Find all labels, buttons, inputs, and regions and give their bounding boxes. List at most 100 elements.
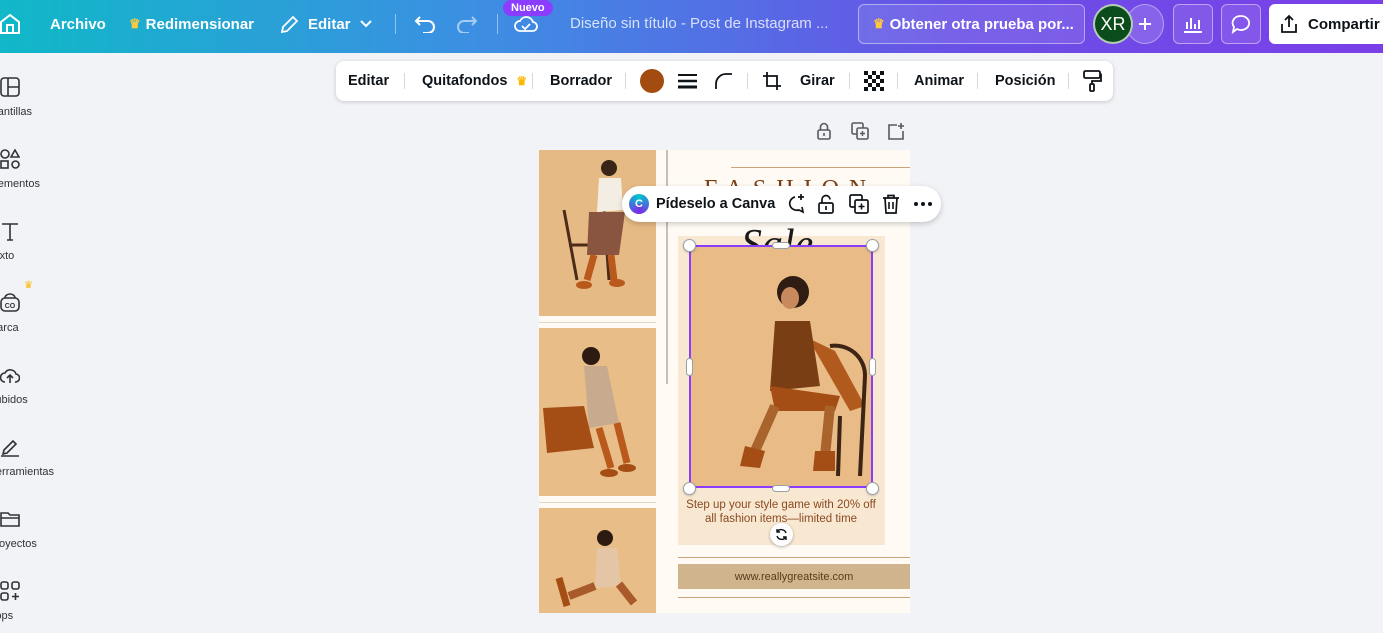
animar-button[interactable]: Animar [914, 61, 964, 101]
left-sidebar: Plantillas Elementos Texto ♛ CO Marca Su… [0, 53, 56, 633]
svg-text:CO: CO [5, 303, 16, 310]
divider-line [539, 322, 656, 323]
divider [1068, 73, 1069, 89]
divider [404, 73, 405, 89]
photo-model-chair[interactable] [539, 150, 656, 316]
color-swatch [640, 69, 664, 93]
editar-menu[interactable]: Editar [280, 0, 372, 48]
floating-element-toolbar: C Pídeselo a Canva [622, 186, 941, 222]
copy-style-icon[interactable] [1082, 61, 1102, 101]
corner-rounding-icon[interactable] [714, 61, 734, 101]
sidebar-item-label: Plantillas [0, 106, 33, 118]
crown-icon: ♛ [516, 74, 528, 88]
folder-icon [0, 512, 20, 527]
add-comment-icon[interactable] [785, 194, 805, 214]
more-options-icon[interactable] [913, 194, 933, 214]
divider [747, 73, 748, 89]
model-illustration [539, 150, 656, 316]
chevron-down-icon [359, 20, 372, 28]
posicion-button[interactable]: Posición [995, 61, 1055, 101]
resize-handle-bottom-left[interactable] [683, 482, 696, 495]
model-illustration [539, 328, 656, 496]
photo-model-sitting[interactable] [539, 328, 656, 496]
analytics-button[interactable] [1173, 4, 1213, 44]
lock-icon[interactable] [816, 194, 836, 214]
resize-handle-top-right[interactable] [866, 239, 879, 252]
sidebar-item-label: Marca [0, 322, 19, 334]
divider [977, 73, 978, 89]
editar-image-button[interactable]: Editar [348, 61, 389, 101]
crop-icon[interactable] [762, 61, 782, 101]
avatar[interactable]: XR [1093, 4, 1133, 44]
undo-icon[interactable] [414, 0, 436, 48]
redo-icon[interactable] [456, 0, 478, 48]
trash-icon[interactable] [881, 194, 901, 214]
sidebar-item-elementos[interactable]: Elementos [0, 149, 54, 209]
resize-handle-bottom-right[interactable] [866, 482, 879, 495]
redimensionar-button[interactable]: ♛ Redimensionar [129, 0, 254, 48]
transparency-icon[interactable] [864, 61, 884, 101]
bar-chart-icon [1184, 18, 1202, 33]
borrador-button[interactable]: Borrador [550, 61, 612, 101]
pencil-icon [280, 15, 299, 34]
brand-icon: CO [0, 293, 20, 312]
divider [897, 73, 898, 89]
duplicate-icon[interactable] [849, 194, 869, 214]
promo-text[interactable]: Step up your style game with 20% off all… [686, 498, 876, 526]
selection-frame[interactable] [689, 245, 873, 488]
comment-icon [1231, 15, 1250, 34]
sidebar-item-marca[interactable]: CO Marca [0, 293, 54, 353]
document-title[interactable]: Diseño sin título - Post de Instagram ..… [570, 15, 828, 32]
archivo-menu[interactable]: Archivo [50, 0, 106, 48]
resize-handle-top[interactable] [772, 242, 790, 249]
sidebar-item-label: Apps [0, 610, 14, 622]
sidebar-item-label: Subidos [0, 394, 28, 406]
girar-button[interactable]: Girar [800, 61, 835, 101]
editar-label: Editar [308, 15, 351, 33]
crown-icon: ♛ [24, 280, 33, 291]
divider [532, 73, 533, 89]
duplicate-page-icon[interactable] [851, 122, 869, 140]
shapes-icon [0, 149, 20, 169]
share-label: Compartir [1308, 15, 1380, 33]
trial-button[interactable]: ♛ Obtener otra prueba por... [858, 4, 1085, 44]
website-banner[interactable]: www.reallygreatsite.com [678, 564, 910, 589]
sidebar-item-apps[interactable]: Apps [0, 581, 54, 633]
website-text: www.reallygreatsite.com [734, 570, 854, 583]
sidebar-item-texto[interactable]: Texto [0, 221, 54, 281]
rotate-handle[interactable] [770, 523, 793, 546]
sidebar-item-herramientas[interactable]: Herramientas [0, 437, 54, 497]
model-illustration [539, 508, 656, 613]
lock-page-icon[interactable] [815, 122, 833, 140]
border-color-button[interactable] [640, 61, 664, 101]
canva-assistant-icon[interactable]: C [629, 194, 649, 214]
sidebar-item-label: Herramientas [0, 466, 54, 478]
photo-model-floor[interactable] [539, 508, 656, 613]
ask-canva-button[interactable]: Pídeselo a Canva [656, 186, 775, 222]
share-button[interactable]: Compartir [1269, 4, 1383, 44]
share-icon [1281, 14, 1297, 33]
apps-icon [0, 581, 20, 601]
divider [497, 14, 498, 34]
cloud-upload-icon [0, 369, 20, 383]
cloud-check-icon[interactable] [514, 0, 538, 48]
add-page-icon[interactable] [887, 122, 905, 140]
context-toolbar: Editar Quitafondos ♛ Borrador Girar Anim… [336, 61, 1113, 101]
border-style-icon[interactable] [678, 61, 697, 101]
resize-handle-bottom[interactable] [772, 485, 790, 492]
resize-handle-right[interactable] [869, 358, 876, 376]
text-icon [2, 223, 18, 241]
sidebar-item-subidos[interactable]: Subidos [0, 365, 54, 425]
sidebar-item-proyectos[interactable]: Proyectos [0, 509, 54, 569]
resize-handle-left[interactable] [686, 358, 693, 376]
quitafondos-button[interactable]: Quitafondos ♛ [422, 61, 527, 101]
plus-icon [1139, 18, 1151, 30]
trial-label: Obtener otra prueba por... [889, 15, 1074, 33]
comments-button[interactable] [1221, 4, 1261, 44]
home-icon[interactable] [0, 0, 20, 48]
top-bar: Archivo ♛ Redimensionar Editar Nuevo Dis… [0, 0, 1383, 53]
quitafondos-label: Quitafondos [422, 73, 508, 89]
sidebar-item-plantillas[interactable]: Plantillas [0, 77, 54, 137]
sidebar-item-label: Texto [0, 250, 15, 262]
resize-handle-top-left[interactable] [683, 239, 696, 252]
